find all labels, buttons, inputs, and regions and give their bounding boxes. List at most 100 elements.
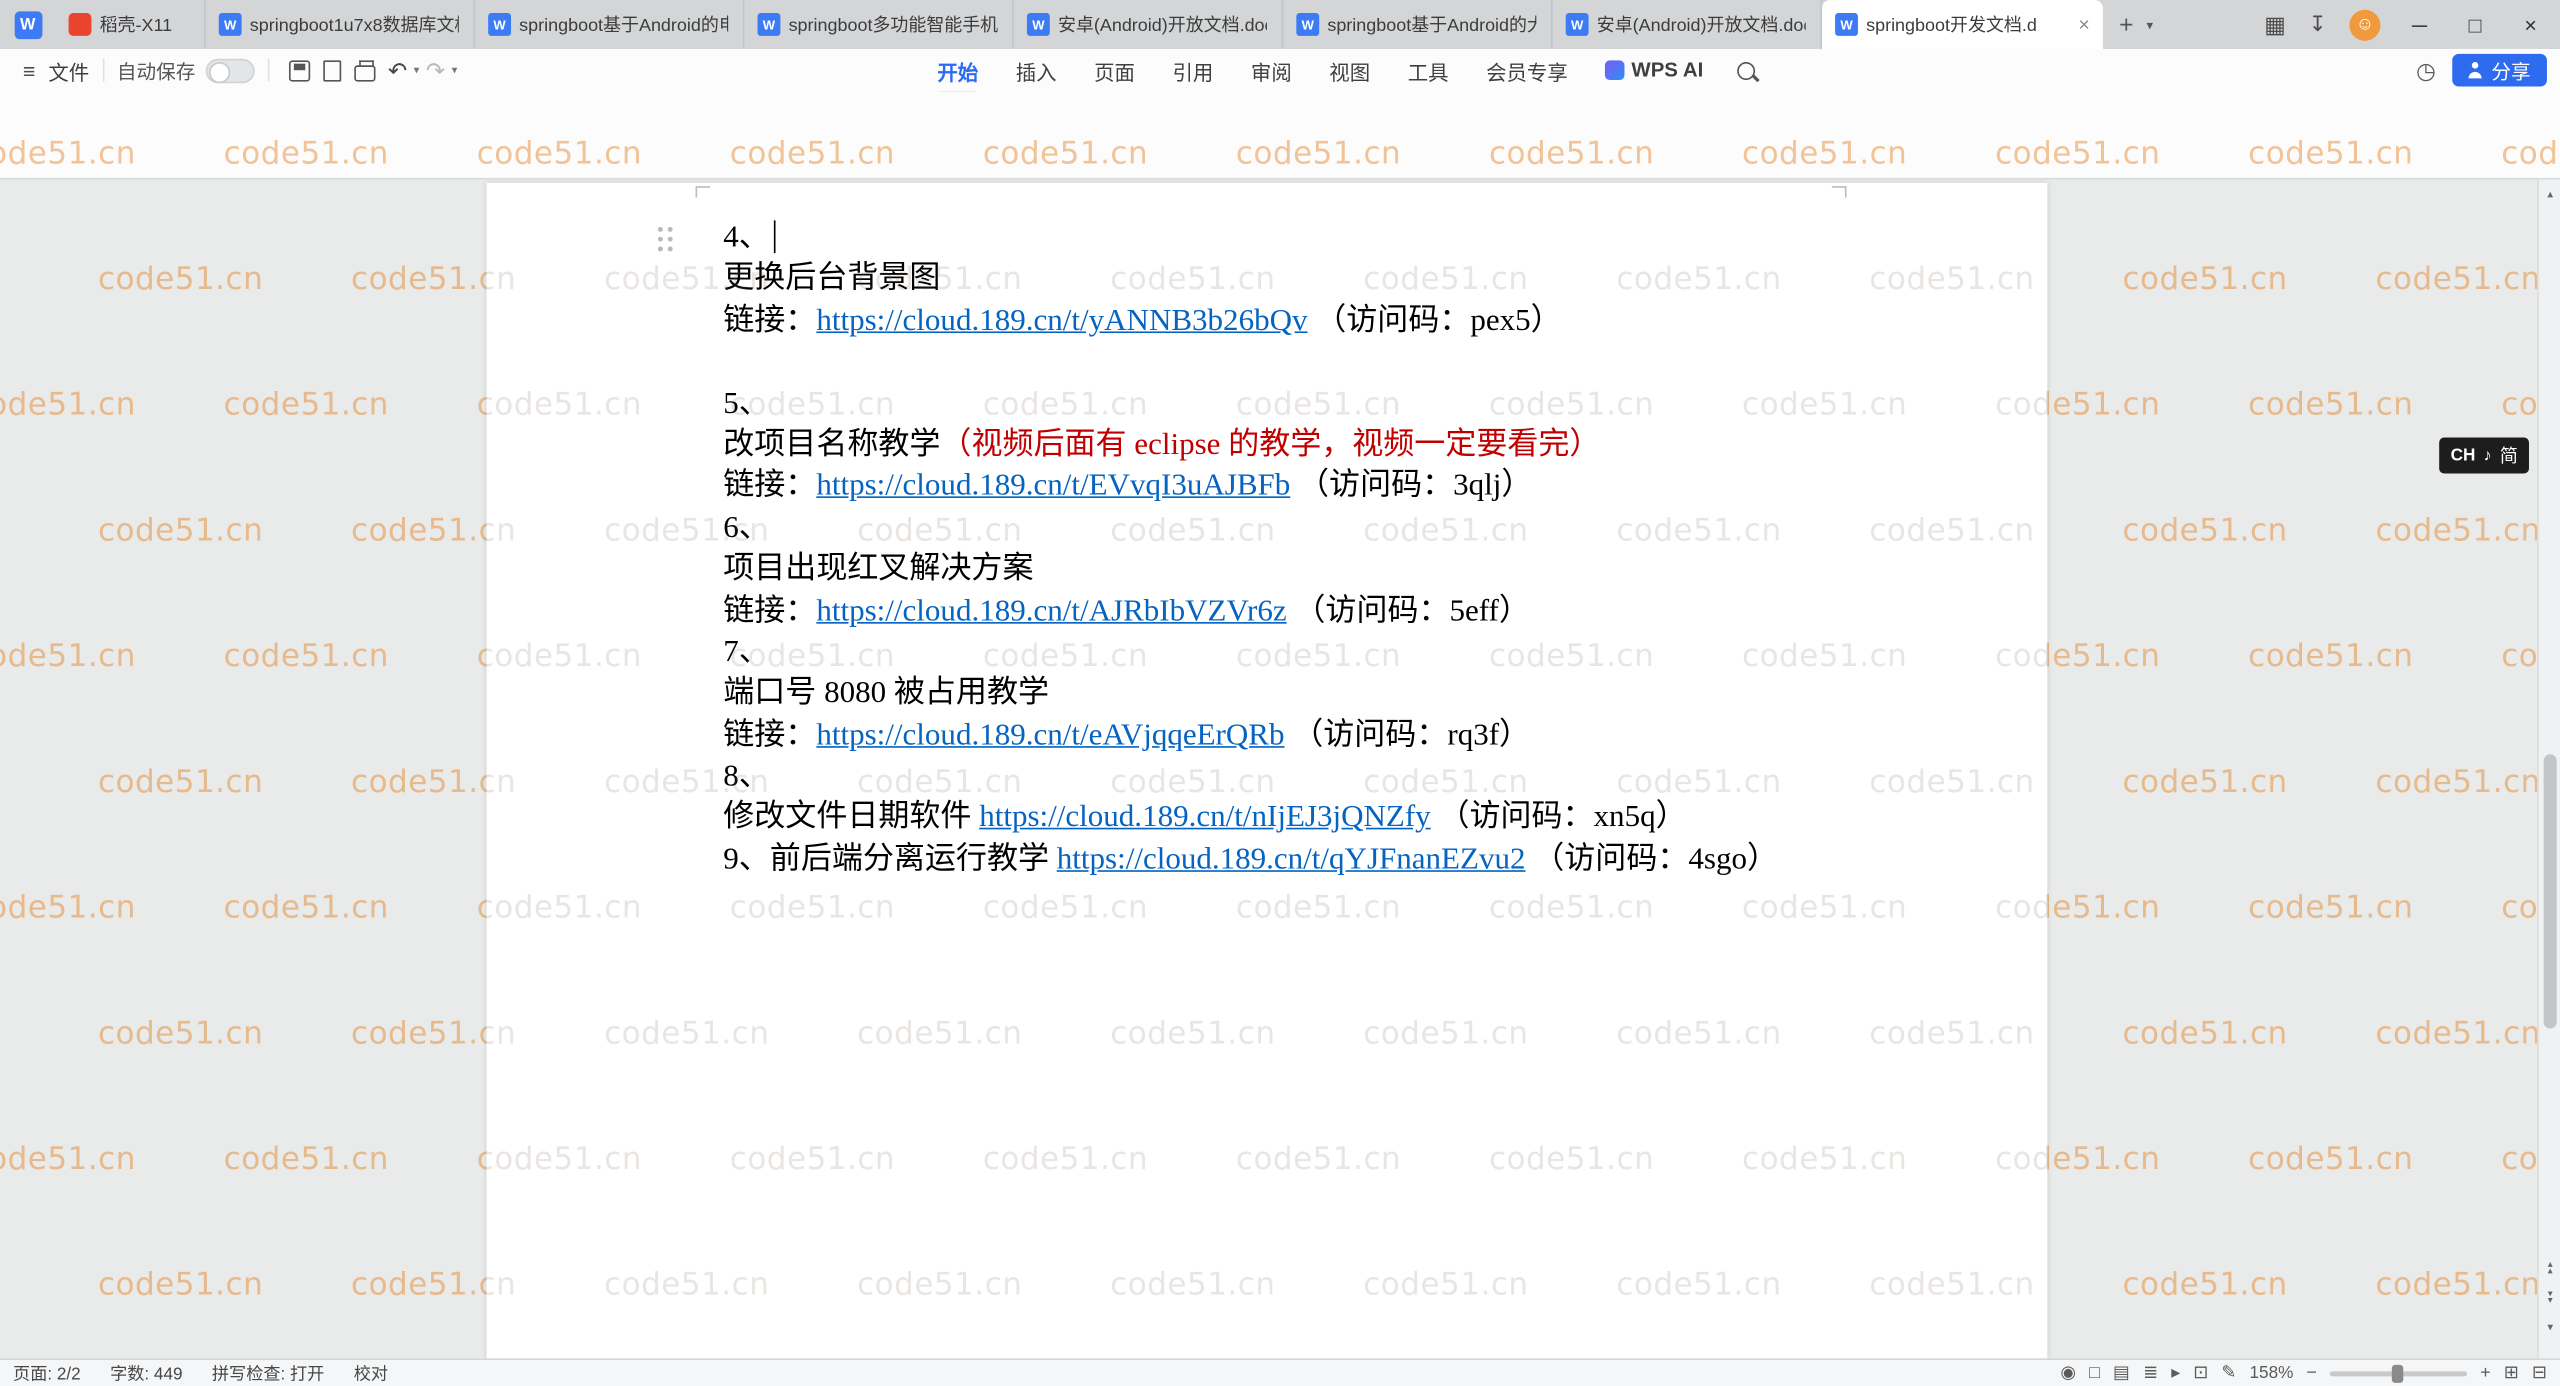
- docer-icon: [69, 13, 92, 36]
- window-close-button[interactable]: ×: [2514, 12, 2547, 36]
- menu-review[interactable]: 审阅: [1248, 48, 1295, 92]
- watermark-text: code51.cn: [983, 890, 1148, 926]
- writer-doc-icon: W: [1027, 13, 1050, 36]
- tab-document-5[interactable]: W springboot基于Android的大学: [1283, 0, 1552, 49]
- fit-page-icon[interactable]: ⊞: [2504, 1364, 2519, 1382]
- hyperlink[interactable]: https://cloud.189.cn/t/eAVjqqeErQRb: [816, 718, 1284, 752]
- tab-document-3[interactable]: W springboot多功能智能手机阅读: [744, 0, 1013, 49]
- search-icon[interactable]: [1738, 61, 1756, 79]
- vertical-scrollbar[interactable]: ▴ ▴▴ ▾▾ ▾: [2537, 180, 2560, 1359]
- hyperlink[interactable]: https://cloud.189.cn/t/qYJFnanEZvu2: [1057, 842, 1526, 876]
- tab-document-1[interactable]: W springboot1u7x8数据库文档.d: [206, 0, 475, 49]
- edit-mode-icon[interactable]: ✎: [2221, 1364, 2236, 1382]
- history-icon[interactable]: ◷: [2416, 56, 2436, 84]
- eye-protection-icon[interactable]: ◉: [2060, 1364, 2076, 1382]
- autosave-toggle[interactable]: [205, 58, 254, 82]
- apps-grid-icon[interactable]: ▦: [2264, 11, 2286, 39]
- text-run: 4、: [723, 220, 770, 254]
- tab-close-icon[interactable]: ×: [2078, 15, 2089, 35]
- menu-reference[interactable]: 引用: [1169, 48, 1216, 92]
- margin-mark-right: [1832, 186, 1847, 197]
- watermark-text: code51.cn: [1236, 890, 1401, 926]
- ribbon-home: ✎ 格式刷▾ 粘贴▾ ✂ ⌟ 宋体 (正文) ▾ 小四 ▾ A⁺ A⁻ Aa▾ …: [0, 91, 2560, 179]
- hyperlink[interactable]: https://cloud.189.cn/t/yANNB3b26bQv: [816, 303, 1307, 337]
- window-minimize-button[interactable]: ─: [2403, 12, 2436, 36]
- document-line: 更换后台背景图: [723, 259, 1931, 300]
- word-count[interactable]: 字数: 449: [110, 1361, 182, 1385]
- scroll-up-icon[interactable]: ▴: [2539, 183, 2560, 206]
- autosave-label: 自动保存: [117, 56, 195, 84]
- redo-icon[interactable]: ↷: [426, 56, 445, 84]
- text-run: 6、: [723, 511, 770, 545]
- watermark-text: code51.cn: [487, 513, 517, 549]
- watermark-text: code51.cn: [487, 1016, 517, 1052]
- spellcheck-status[interactable]: 拼写检查: 打开: [212, 1361, 324, 1385]
- menu-page[interactable]: 页面: [1091, 48, 1138, 92]
- undo-dropdown-icon[interactable]: ▾: [414, 64, 420, 77]
- tab-label: springboot基于Android的大学: [1327, 11, 1536, 37]
- proofread-button[interactable]: 校对: [354, 1361, 388, 1385]
- watermark-text: code51.cn: [857, 1016, 1022, 1052]
- zoom-in-icon[interactable]: +: [2480, 1364, 2491, 1382]
- document-page[interactable]: 4、更换后台背景图链接：https://cloud.189.cn/t/yANNB…: [487, 183, 2048, 1359]
- tab-document-4[interactable]: W 安卓(Android)开放文档.docx: [1014, 0, 1283, 49]
- save-icon[interactable]: [288, 60, 309, 81]
- fit-width-icon[interactable]: ⊟: [2532, 1364, 2547, 1382]
- hyperlink[interactable]: https://cloud.189.cn/t/nIjEJ3jQNZfy: [979, 801, 1430, 835]
- menu-wps-ai[interactable]: WPS AI: [1602, 52, 1706, 88]
- tab-docer[interactable]: 稻壳-X11: [56, 0, 206, 49]
- undo-icon[interactable]: ↶: [388, 56, 407, 84]
- page-view-icon[interactable]: □: [2089, 1364, 2100, 1382]
- watermark-text: code51.cn: [1616, 1267, 1781, 1303]
- fullscreen-icon[interactable]: ⊡: [2193, 1364, 2208, 1382]
- watermark-text: code51.cn: [1236, 1141, 1401, 1177]
- menu-home[interactable]: 开始: [934, 48, 981, 92]
- hamburger-icon[interactable]: ≡: [23, 58, 35, 82]
- hyperlink[interactable]: https://cloud.189.cn/t/EVvqI3uAJBFb: [816, 469, 1290, 503]
- tab-list-dropdown-icon[interactable]: ▾: [2147, 17, 2154, 32]
- ime-indicator[interactable]: CH ♪ 简: [2439, 438, 2529, 474]
- zoom-slider[interactable]: [2330, 1371, 2467, 1376]
- redo-dropdown-icon[interactable]: ▾: [452, 64, 458, 77]
- document-line: 链接：https://cloud.189.cn/t/yANNB3b26bQv （…: [723, 300, 1931, 341]
- document-text-flow[interactable]: 4、更换后台背景图链接：https://cloud.189.cn/t/yANNB…: [723, 217, 1931, 880]
- tab-label: springboot基于Android的电影: [519, 11, 728, 37]
- reading-layout-icon[interactable]: ▤: [2113, 1364, 2130, 1382]
- previous-page-icon[interactable]: ▴▴: [2539, 1256, 2560, 1280]
- user-avatar[interactable]: ☺: [2349, 9, 2380, 40]
- document-line: 链接：https://cloud.189.cn/t/EVvqI3uAJBFb （…: [723, 466, 1931, 507]
- file-menu[interactable]: 文件: [48, 55, 89, 86]
- zoom-slider-thumb[interactable]: [2392, 1364, 2403, 1382]
- status-bar: 页面: 2/2 字数: 449 拼写检查: 打开 校对 ◉ □ ▤ ≣ ▸ ⊡ …: [0, 1358, 2560, 1386]
- read-aloud-icon[interactable]: ▸: [2171, 1364, 2180, 1382]
- window-maximize-button[interactable]: □: [2459, 12, 2492, 36]
- menu-member[interactable]: 会员专享: [1483, 48, 1571, 92]
- new-tab-button[interactable]: +: [2119, 11, 2133, 39]
- download-icon[interactable]: ↧: [2309, 11, 2327, 37]
- scroll-down-icon[interactable]: ▾: [2539, 1316, 2560, 1339]
- hyperlink[interactable]: https://cloud.189.cn/t/AJRbIbVZVr6z: [816, 593, 1286, 627]
- tab-document-2[interactable]: W springboot基于Android的电影: [475, 0, 744, 49]
- tab-label: springboot1u7x8数据库文档.d: [250, 11, 459, 37]
- text-cursor: [773, 220, 775, 253]
- document-line: 链接：https://cloud.189.cn/t/eAVjqqeErQRb （…: [723, 715, 1931, 756]
- watermark-text: code51.cn: [1742, 890, 1907, 926]
- paragraph-drag-handle[interactable]: [658, 227, 663, 232]
- menu-tools[interactable]: 工具: [1404, 48, 1451, 92]
- menu-view[interactable]: 视图: [1326, 48, 1373, 92]
- document-line: 8、: [723, 756, 1931, 797]
- scrollbar-thumb[interactable]: [2544, 754, 2557, 1028]
- zoom-out-icon[interactable]: −: [2306, 1364, 2317, 1382]
- zoom-level[interactable]: 158%: [2250, 1363, 2294, 1383]
- tab-document-6[interactable]: W 安卓(Android)开放文档.docx: [1553, 0, 1822, 49]
- wps-logo-button[interactable]: W: [0, 0, 56, 49]
- menu-insert[interactable]: 插入: [1012, 48, 1059, 92]
- outline-view-icon[interactable]: ≣: [2143, 1364, 2158, 1382]
- next-page-icon[interactable]: ▾▾: [2539, 1285, 2560, 1309]
- document-line: 修改文件日期软件 https://cloud.189.cn/t/nIjEJ3jQ…: [723, 797, 1931, 838]
- page-indicator[interactable]: 页面: 2/2: [13, 1361, 81, 1385]
- share-button[interactable]: 分享: [2452, 54, 2547, 87]
- export-pdf-icon[interactable]: [323, 60, 341, 81]
- print-icon[interactable]: [354, 64, 375, 80]
- tab-document-active[interactable]: W springboot开发文档.d ×: [1822, 0, 2103, 49]
